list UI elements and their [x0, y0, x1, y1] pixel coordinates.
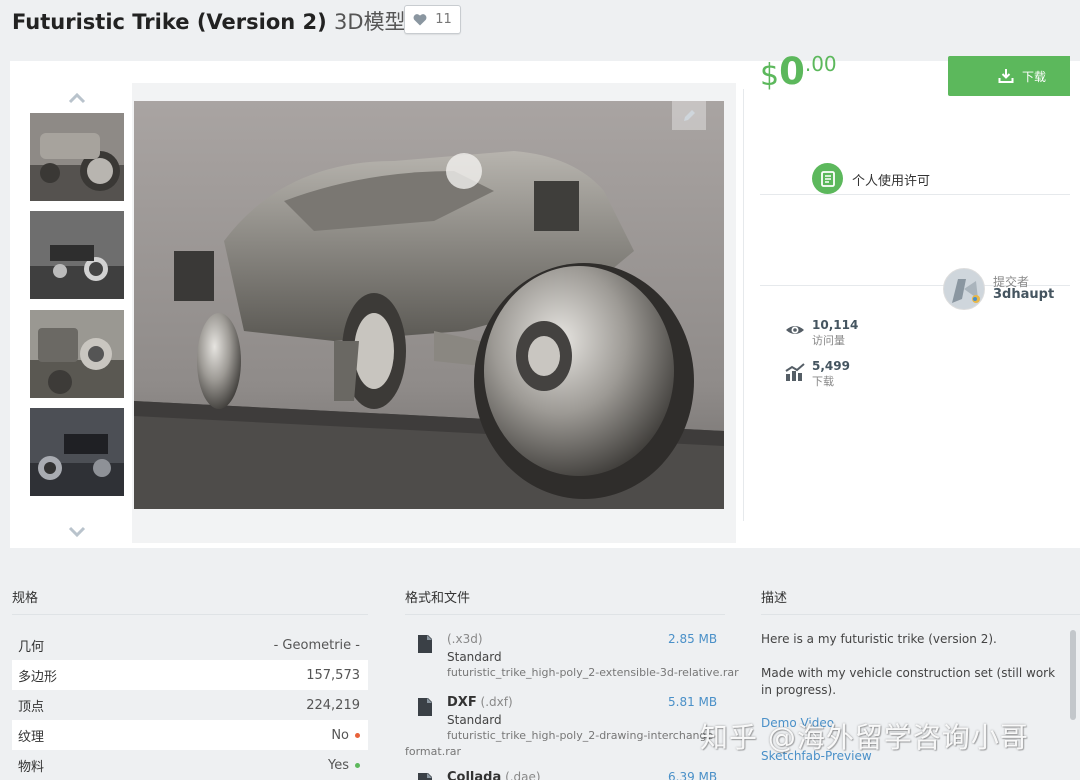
- license-icon: [812, 163, 843, 194]
- spec-label: 顶点: [18, 699, 45, 715]
- file-path: futuristic_trike_high-poly_2-drawing-int…: [447, 729, 718, 742]
- price-currency: $: [760, 58, 780, 93]
- thumbnail-strip: [28, 83, 132, 538]
- thumbnail-2[interactable]: [30, 211, 124, 299]
- thumbnail-1[interactable]: [30, 113, 124, 201]
- spec-label: 纹理: [18, 729, 45, 745]
- like-count: 11: [435, 12, 452, 27]
- spec-row-textures: 纹理 No: [12, 720, 368, 750]
- file-ext: (.x3d): [447, 632, 483, 646]
- submitter-name[interactable]: 3dhaupt: [993, 287, 1054, 302]
- spec-row-materials: 物料 Yes: [12, 750, 368, 780]
- title-bar: Futuristic Trike (Version 2) 3D模型 11: [0, 0, 1080, 50]
- file-ext: (.dxf): [480, 695, 513, 709]
- file-icon: [418, 773, 432, 780]
- views-count: 10,114: [812, 318, 859, 332]
- status-dot-yes: [355, 762, 360, 768]
- spec-value: - Geometrie -: [273, 637, 360, 653]
- model-preview-image[interactable]: [134, 101, 724, 509]
- pencil-icon: [684, 109, 695, 121]
- price-cents: .00: [804, 52, 837, 76]
- spec-value: 157,573: [306, 667, 360, 683]
- heart-icon: [413, 14, 427, 26]
- license-label[interactable]: 个人使用许可: [852, 170, 930, 189]
- edit-button[interactable]: [672, 101, 706, 130]
- spec-label: 几何: [18, 639, 45, 655]
- spec-label: 多边形: [18, 669, 58, 685]
- views-label: 访问量: [812, 334, 845, 347]
- title-suffix: 3D模型: [334, 10, 406, 34]
- spec-value: Yes: [328, 757, 349, 773]
- file-name: Collada: [447, 770, 502, 780]
- description-divider: [761, 614, 1080, 615]
- specs-title: 规格: [12, 591, 39, 606]
- spec-row-geometry: 几何 - Geometrie -: [12, 630, 368, 660]
- spec-value: No: [331, 727, 349, 743]
- like-button[interactable]: 11: [404, 5, 461, 34]
- downloads-label: 下载: [812, 375, 834, 388]
- file-type: Standard: [447, 713, 502, 727]
- downloads-count: 5,499: [812, 359, 850, 373]
- specs-divider: [12, 614, 368, 615]
- title-text: Futuristic Trike (Version 2): [12, 10, 327, 34]
- file-icon: [418, 635, 432, 653]
- file-size: 2.85 MB: [668, 632, 718, 646]
- files-title: 格式和文件: [405, 591, 471, 606]
- page-title: Futuristic Trike (Version 2) 3D模型: [12, 6, 406, 36]
- thumbnail-3[interactable]: [30, 310, 124, 398]
- description-title: 描述: [761, 591, 788, 606]
- download-label: 下载: [1022, 69, 1047, 84]
- watermark: 知乎 @海外留学咨询小哥: [700, 721, 1029, 754]
- spec-value: 224,219: [306, 697, 360, 713]
- download-button[interactable]: 下载: [948, 56, 1070, 96]
- eye-icon: [786, 326, 804, 334]
- price-whole: 0: [779, 50, 805, 93]
- model-viewer[interactable]: [132, 83, 736, 543]
- spec-label: 物料: [18, 759, 45, 775]
- file-size: 6.39 MB: [668, 770, 718, 780]
- file-ext: (.dae): [505, 770, 541, 780]
- file-type: Standard: [447, 650, 502, 664]
- file-path-cont: format.rar: [405, 745, 461, 758]
- price: $0.00: [760, 50, 837, 93]
- files-divider: [405, 614, 725, 615]
- status-dot-no: [355, 732, 360, 738]
- vertical-divider: [743, 89, 744, 521]
- thumbnail-4[interactable]: [30, 408, 124, 496]
- file-size: 5.81 MB: [668, 695, 718, 709]
- file-name: DXF: [447, 695, 477, 710]
- chart-icon: [785, 363, 805, 381]
- spec-row-polygons: 多边形 157,573: [12, 660, 368, 690]
- file-path: futuristic_trike_high-poly_2-extensible-…: [447, 666, 739, 679]
- download-icon: [998, 69, 1014, 83]
- file-icon: [418, 698, 432, 716]
- description-scrollbar[interactable]: [1070, 630, 1076, 720]
- spec-row-vertices: 顶点 224,219: [12, 690, 368, 720]
- sidebar-divider: [760, 194, 1070, 195]
- description-paragraph: Here is a my futuristic trike (version 2…: [761, 632, 997, 646]
- description-paragraph: Made with my vehicle construction set (s…: [761, 666, 1056, 697]
- chevron-down-icon[interactable]: [68, 525, 86, 539]
- viewer-panel: [10, 61, 1080, 548]
- chevron-up-icon[interactable]: [68, 91, 86, 105]
- avatar[interactable]: [943, 268, 985, 310]
